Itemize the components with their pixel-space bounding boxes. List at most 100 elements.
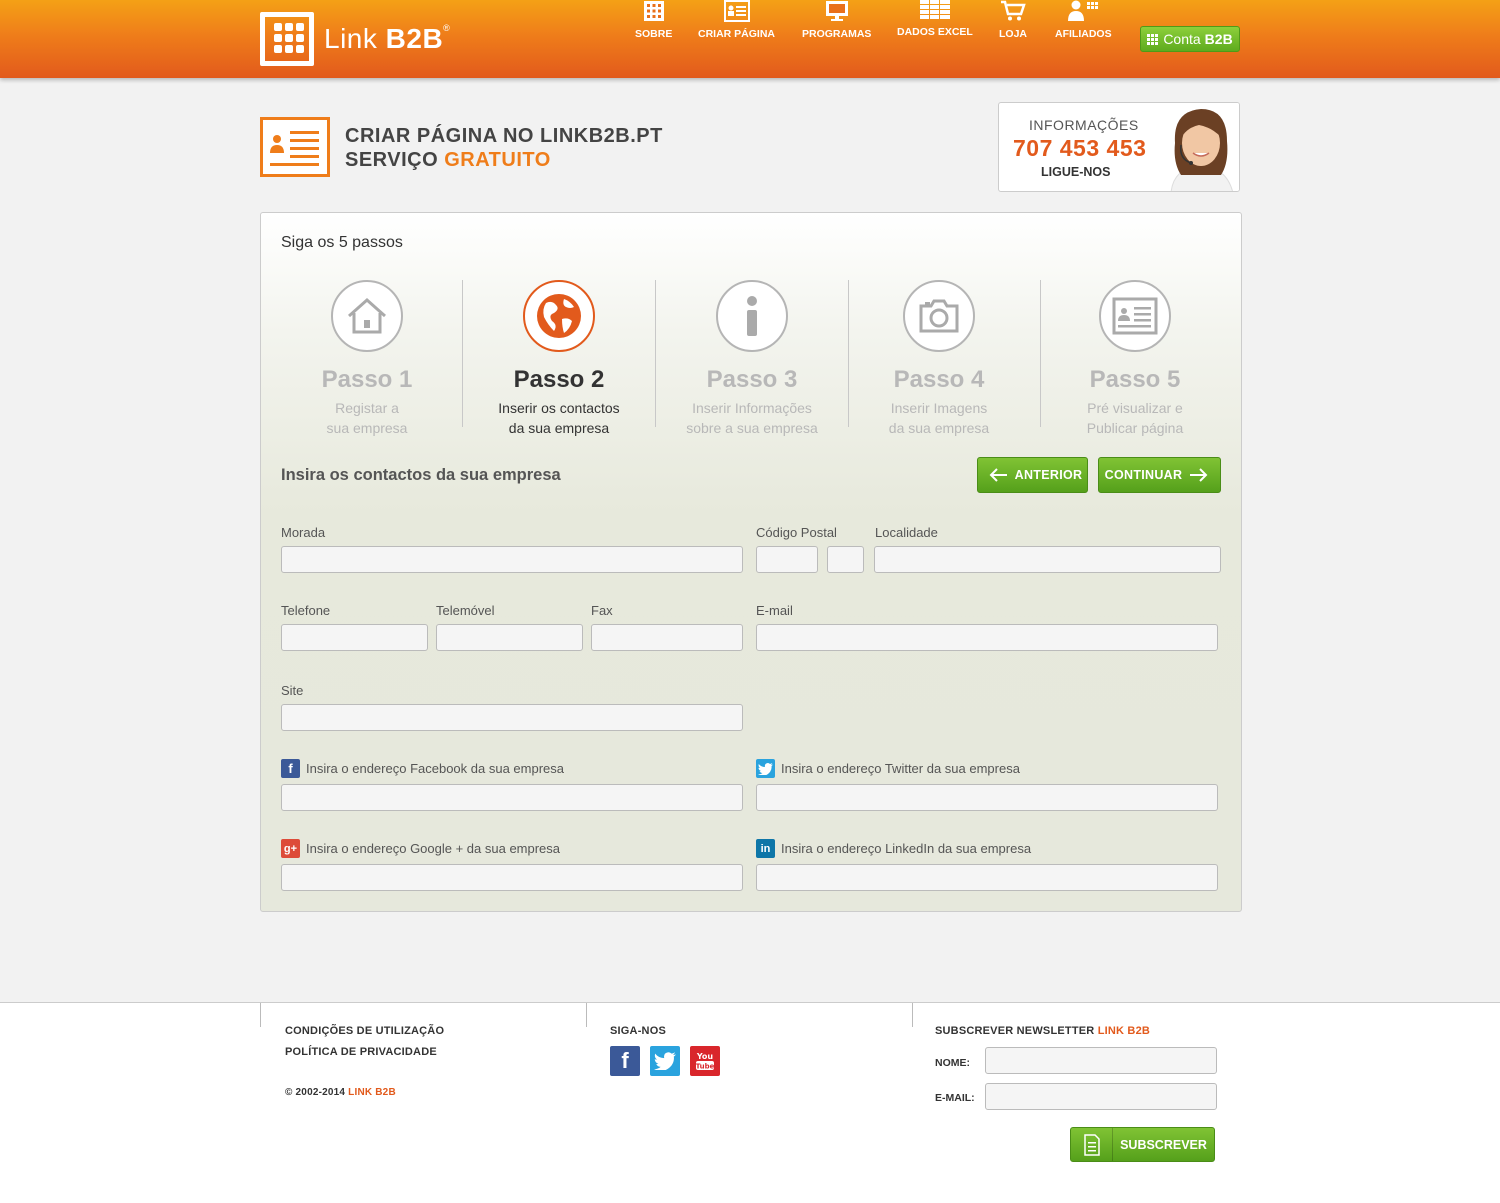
nav-sobre[interactable]: SOBRE [635, 0, 672, 40]
nome-label: NOME: [935, 1057, 970, 1069]
copyright: © 2002-2014 LINK B2B [285, 1087, 396, 1098]
svg-text:You: You [696, 1052, 714, 1061]
telefone-label: Telefone [281, 603, 331, 618]
fax-label: Fax [591, 603, 613, 618]
terms-link[interactable]: CONDIÇÕES DE UTILIZAÇÃO [285, 1025, 444, 1037]
step-2[interactable]: Passo 2 Inserir os contactos da sua empre… [463, 280, 655, 438]
twitter-icon [756, 759, 775, 778]
arrow-right-icon [1190, 468, 1208, 482]
conta-b2b-button[interactable]: Conta B2B [1140, 26, 1240, 52]
telefone-input[interactable] [281, 624, 428, 651]
page-title: CRIAR PÁGINA NO LINKB2B.PT SERVIÇO GRATU… [345, 125, 663, 171]
footer: CONDIÇÕES DE UTILIZAÇÃO POLÍTICA DE PRIV… [0, 1002, 1500, 1203]
nav-criar-pagina[interactable]: CRIAR PÁGINA [698, 0, 775, 40]
morada-label: Morada [281, 525, 326, 540]
facebook-label: Insira o endereço Facebook da sua empres… [306, 761, 564, 776]
form-title: Insira os contactos da sua empresa [281, 466, 561, 484]
nav-dados-excel[interactable]: DADOS EXCEL [897, 0, 973, 38]
nav-loja[interactable]: LOJA [999, 0, 1027, 40]
footer-divider [260, 1003, 261, 1027]
phone-number: 707 453 453 [1013, 135, 1147, 161]
facebook-icon: f [281, 759, 300, 778]
newsletter-email-input[interactable] [985, 1083, 1217, 1110]
newsletter-heading: SUBSCREVER NEWSLETTER LINK B2B [935, 1025, 1151, 1037]
step-title: Passo 4 [893, 366, 985, 393]
fax-input[interactable] [591, 624, 743, 651]
info-icon [716, 280, 788, 352]
codigo-postal-input-2[interactable] [827, 546, 864, 573]
twitter-input[interactable] [756, 784, 1218, 811]
localidade-label: Localidade [875, 525, 938, 540]
users-grid-icon [1068, 0, 1099, 21]
svg-text:Tube: Tube [696, 1063, 715, 1071]
nav-programas[interactable]: PROGRAMAS [802, 0, 871, 40]
support-agent-image [1161, 103, 1239, 191]
info-phone-box[interactable]: INFORMAÇÕES 707 453 453 LIGUE-NOS [998, 102, 1240, 192]
spreadsheet-icon [919, 0, 950, 19]
youtube-icon[interactable]: You Tube [690, 1046, 720, 1076]
logo-text: Link B2B® [324, 23, 451, 54]
logo-mark [260, 12, 314, 66]
step-desc: Inserir Informações sobre a sua empresa [686, 400, 818, 436]
codigo-postal-label: Código Postal [756, 525, 837, 540]
site-label: Site [281, 683, 304, 698]
email-label: E-mail [756, 603, 793, 618]
linkedin-label: Insira o endereço LinkedIn da sua empres… [781, 841, 1032, 856]
globe-icon [523, 280, 595, 352]
footer-divider [912, 1003, 913, 1027]
grid-icon [1147, 33, 1159, 45]
linkb2b-logo[interactable]: Link B2B® [260, 12, 450, 66]
telemovel-input[interactable] [436, 624, 583, 651]
email-input[interactable] [756, 624, 1218, 651]
facebook-input[interactable] [281, 784, 743, 811]
google-plus-icon: g+ [281, 839, 300, 858]
step-title: Passo 1 [321, 366, 413, 393]
google-label: Insira o endereço Google + da sua empres… [306, 841, 561, 856]
steps-form-panel: Siga os 5 passos Passo 1 Registar a sua e… [260, 212, 1242, 912]
codigo-postal-input-1[interactable] [756, 546, 818, 573]
steps-heading: Siga os 5 passos [281, 234, 403, 251]
privacy-link[interactable]: POLÍTICA DE PRIVACIDADE [285, 1046, 437, 1058]
id-card-icon [260, 117, 330, 177]
twitter-icon[interactable] [650, 1046, 680, 1076]
step-title: Passo 2 [513, 366, 605, 393]
step-3[interactable]: Passo 3 Inserir Informações sobre a sua e… [656, 280, 848, 438]
building-icon [643, 1, 664, 21]
telemovel-label: Telemóvel [436, 603, 495, 618]
follow-heading: SIGA-NOS [610, 1025, 666, 1037]
newsletter-name-input[interactable] [985, 1047, 1217, 1074]
site-input[interactable] [281, 704, 743, 731]
continuar-button[interactable]: CONTINUAR [1098, 457, 1221, 493]
step-4[interactable]: Passo 4 Inserir Imagens da sua empresa [843, 280, 1035, 438]
localidade-input[interactable] [874, 546, 1221, 573]
document-icon [1071, 1128, 1113, 1161]
nav-afiliados[interactable]: AFILIADOS [1055, 0, 1112, 40]
call-label: LIGUE-NOS [1041, 165, 1111, 179]
id-card-icon [1099, 280, 1171, 352]
step-1[interactable]: Passo 1 Registar a sua empresa [271, 280, 463, 438]
step-title: Passo 5 [1089, 366, 1181, 393]
email-label: E-MAIL: [935, 1092, 975, 1104]
subscribe-button[interactable]: SUBSCREVER [1070, 1127, 1215, 1162]
id-card-icon [723, 0, 750, 22]
step-5[interactable]: Passo 5 Pré visualizar e Publicar página [1039, 280, 1231, 438]
info-label: INFORMAÇÕES [1029, 117, 1139, 133]
cart-icon [1001, 0, 1026, 21]
monitor-icon [825, 1, 848, 21]
step-desc: Inserir Imagens da sua empresa [888, 400, 990, 436]
camera-icon [903, 280, 975, 352]
morada-input[interactable] [281, 546, 743, 573]
house-icon [331, 280, 403, 352]
anterior-button[interactable]: ANTERIOR [977, 457, 1088, 493]
footer-divider [586, 1003, 587, 1027]
google-input[interactable] [281, 864, 743, 891]
top-header: Link B2B® SOBRE CRIAR PÁGINA PROGRAMAS D… [0, 0, 1500, 78]
step-desc: Registar a sua empresa [326, 400, 408, 436]
step-desc: Inserir os contactos da sua empresa [498, 400, 620, 436]
linkedin-input[interactable] [756, 864, 1218, 891]
linkedin-icon: in [756, 839, 775, 858]
facebook-icon[interactable]: f [610, 1046, 640, 1076]
step-desc: Pré visualizar e Publicar página [1086, 400, 1184, 436]
arrow-left-icon [989, 468, 1007, 482]
twitter-label: Insira o endereço Twitter da sua empresa [781, 761, 1020, 776]
